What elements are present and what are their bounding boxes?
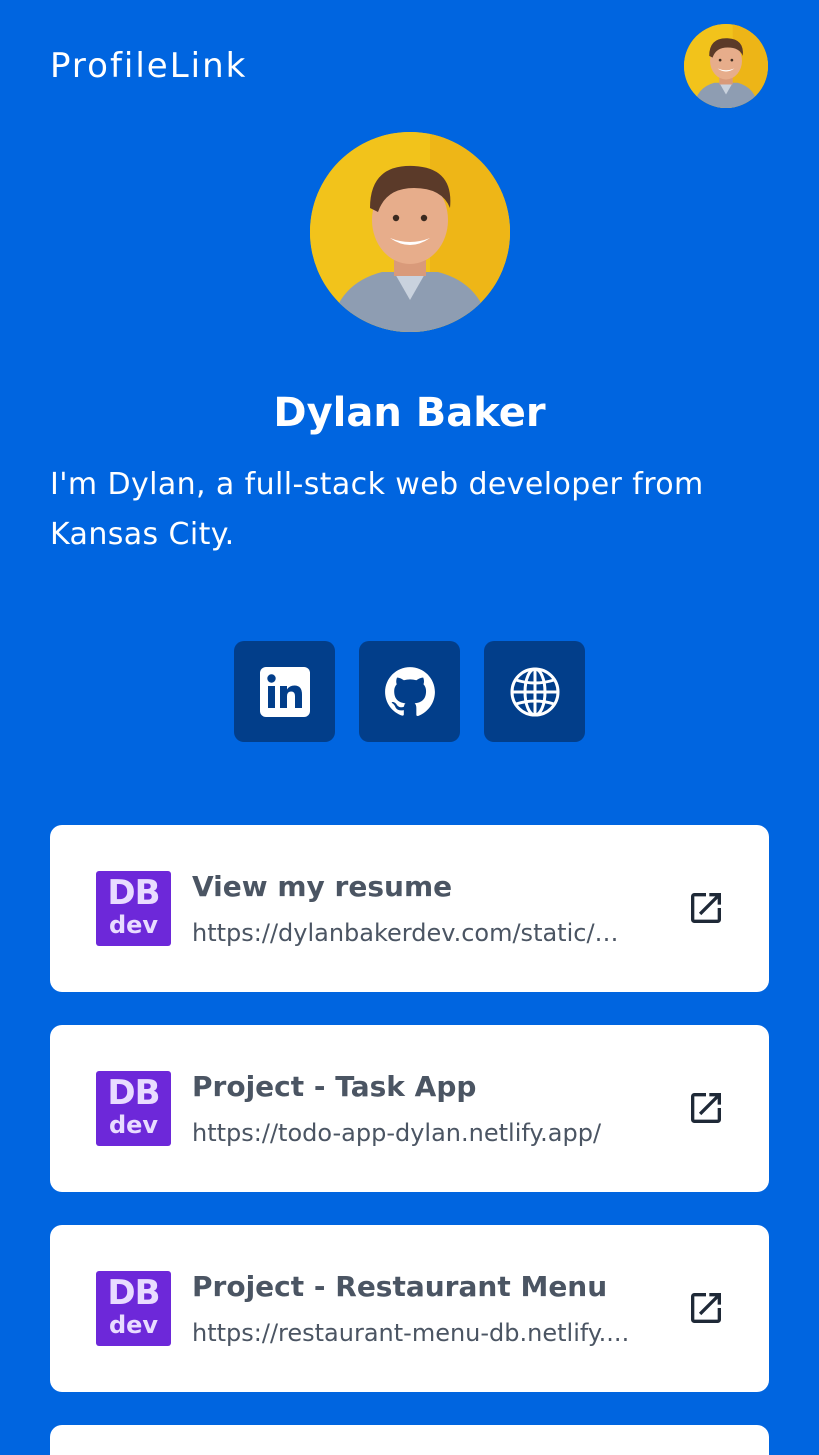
globe-icon — [510, 667, 559, 716]
link-title: Project - Restaurant Menu — [192, 1270, 608, 1303]
linkedin-button[interactable] — [234, 641, 335, 742]
avatar-photo-icon — [684, 24, 768, 108]
link-title: View my resume — [192, 870, 453, 903]
profile-bio: I'm Dylan, a full-stack web developer fr… — [50, 467, 704, 552]
link-url: https://restaurant-menu-db.netlify.... — [192, 1319, 630, 1347]
link-logo: DB dev — [96, 1071, 171, 1146]
top-bar: ProfileLink — [0, 0, 819, 130]
link-logo-text: DB — [107, 873, 160, 913]
link-url: https://dylanbakerdev.com/static/m... — [192, 919, 637, 947]
link-logo-subtext: dev — [108, 1311, 159, 1339]
website-button[interactable] — [484, 641, 585, 742]
profile-avatar — [310, 132, 510, 332]
brand-logo[interactable]: ProfileLink — [50, 44, 247, 88]
link-logo-subtext: dev — [108, 1111, 159, 1139]
link-card-task-app[interactable]: DB dev Project - Task App https://todo-a… — [50, 1025, 769, 1192]
profile-photo-icon — [310, 132, 510, 332]
link-logo: DB dev — [96, 1271, 171, 1346]
link-logo-subtext: dev — [108, 911, 159, 939]
external-link-icon[interactable] — [686, 1088, 726, 1128]
link-logo-text: DB — [107, 1273, 160, 1313]
link-logo-text: DB — [107, 1073, 160, 1113]
profile-name: Dylan Baker — [273, 390, 546, 436]
github-icon — [384, 666, 435, 716]
social-links — [234, 641, 586, 742]
link-url: https://todo-app-dylan.netlify.app/ — [192, 1119, 602, 1147]
external-link-icon[interactable] — [686, 1288, 726, 1328]
linkedin-icon — [259, 666, 310, 717]
link-title: Project - Task App — [192, 1070, 477, 1103]
link-card-next[interactable] — [50, 1425, 769, 1455]
link-card-resume[interactable]: DB dev View my resume https://dylanbaker… — [50, 825, 769, 992]
github-button[interactable] — [359, 641, 460, 742]
external-link-icon[interactable] — [686, 888, 726, 928]
link-logo: DB dev — [96, 871, 171, 946]
link-card-restaurant-menu[interactable]: DB dev Project - Restaurant Menu https:/… — [50, 1225, 769, 1392]
user-avatar[interactable] — [684, 24, 768, 108]
